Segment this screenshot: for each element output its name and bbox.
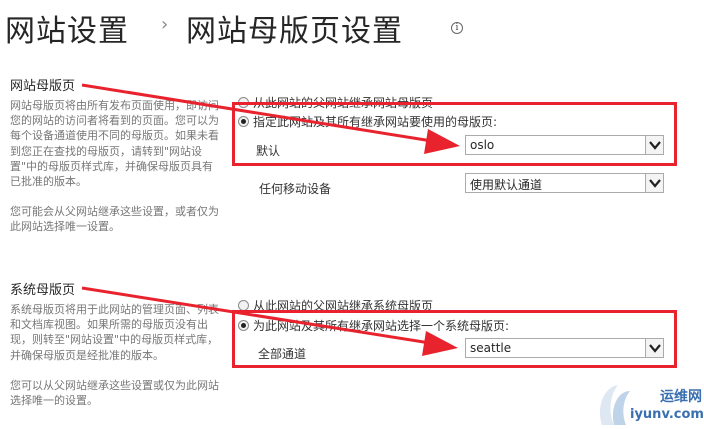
annotation-arrow — [81, 83, 433, 143]
watermark-brand: 运维网 — [660, 389, 702, 405]
arrowhead-icon — [422, 331, 458, 356]
annotation-arrow — [81, 286, 431, 345]
arrowhead-icon — [424, 129, 460, 154]
watermark-domain: iyunv.com — [630, 407, 704, 422]
annotation-arrows — [81, 83, 460, 356]
